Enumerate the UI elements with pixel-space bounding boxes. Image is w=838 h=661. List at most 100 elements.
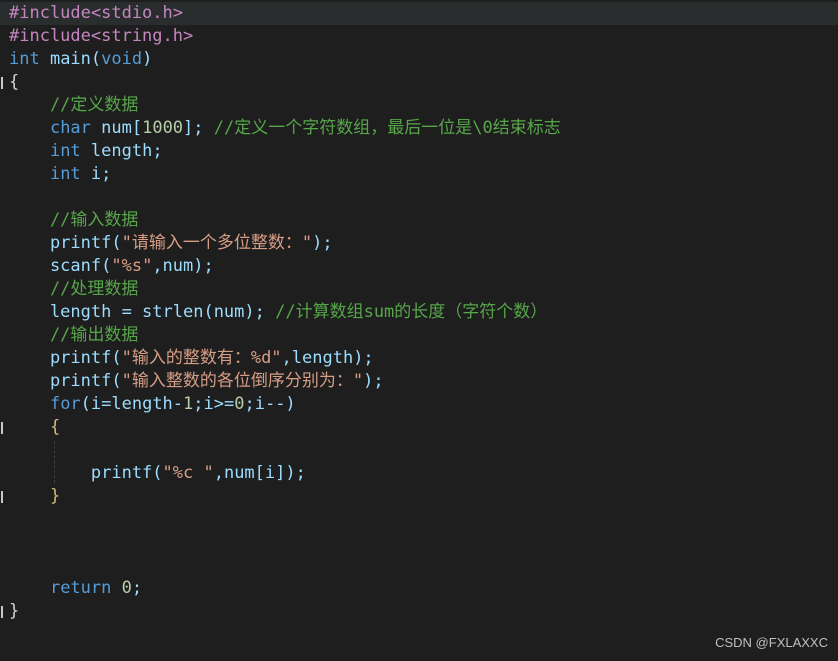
code-text: //输入数据 bbox=[9, 209, 138, 232]
code-line[interactable]: } bbox=[0, 485, 838, 508]
code-token: #include<string.h> bbox=[9, 26, 194, 46]
fold-marker bbox=[1, 491, 3, 503]
code-line[interactable]: { bbox=[0, 416, 838, 439]
code-line[interactable]: int main(void) bbox=[0, 48, 838, 71]
code-token: ;i--) bbox=[244, 394, 296, 414]
code-text: int i; bbox=[9, 163, 111, 186]
code-text: #include<string.h> bbox=[9, 25, 193, 48]
code-token: } bbox=[9, 601, 20, 621]
code-token: ]; bbox=[183, 118, 214, 138]
code-token: 0 bbox=[121, 578, 132, 598]
code-token: //处理数据 bbox=[9, 279, 139, 299]
code-line[interactable]: scanf("%s",num); bbox=[0, 255, 838, 278]
code-text: for(i=length-1;i>=0;i--) bbox=[9, 393, 296, 416]
code-text: //处理数据 bbox=[9, 278, 138, 301]
code-token: ) bbox=[142, 49, 153, 69]
code-token: ,num); bbox=[152, 256, 214, 276]
code-token: //输入数据 bbox=[9, 210, 139, 230]
code-line[interactable]: int i; bbox=[0, 163, 838, 186]
code-token: 1000 bbox=[142, 118, 184, 138]
code-line[interactable]: //输出数据 bbox=[0, 324, 838, 347]
csdn-watermark: CSDN @FXLAXXC bbox=[715, 635, 828, 650]
code-line[interactable] bbox=[0, 439, 838, 462]
code-text: return 0; bbox=[9, 577, 142, 600]
code-line[interactable]: } bbox=[0, 600, 838, 623]
code-token: { bbox=[9, 72, 20, 92]
code-line[interactable]: #include<stdio.h> bbox=[0, 2, 838, 25]
code-line[interactable]: printf("输入整数的各位倒序分别为："); bbox=[0, 370, 838, 393]
code-token: int bbox=[49, 141, 81, 161]
code-text: #include<stdio.h> bbox=[9, 2, 183, 25]
code-text: { bbox=[9, 416, 60, 439]
code-token: i; bbox=[80, 164, 112, 184]
code-token: printf( bbox=[9, 371, 122, 391]
code-line[interactable]: int length; bbox=[0, 140, 838, 163]
code-text: length = strlen(num); //计算数组sum的长度（字符个数） bbox=[9, 301, 547, 324]
code-line[interactable]: //定义数据 bbox=[0, 94, 838, 117]
code-text: printf("输入的整数有：%d",length); bbox=[9, 347, 374, 370]
code-token: "请输入一个多位整数：" bbox=[121, 233, 313, 253]
code-token: //计算数组sum的长度（字符个数） bbox=[275, 302, 548, 322]
code-token: for bbox=[49, 394, 81, 414]
code-token: main( bbox=[39, 49, 102, 69]
code-text: //定义数据 bbox=[9, 94, 138, 117]
code-line[interactable]: #include<string.h> bbox=[0, 25, 838, 48]
code-text: printf("请输入一个多位整数："); bbox=[9, 232, 333, 255]
code-text: char num[1000]; //定义一个字符数组，最后一位是\0结束标志 bbox=[9, 117, 561, 140]
code-line[interactable] bbox=[0, 531, 838, 554]
code-token: printf( bbox=[9, 348, 122, 368]
code-token: return bbox=[49, 578, 112, 598]
code-token: ); bbox=[312, 233, 333, 253]
code-line[interactable]: char num[1000]; //定义一个字符数组，最后一位是\0结束标志 bbox=[0, 117, 838, 140]
code-line[interactable]: printf("%c ",num[i]); bbox=[0, 462, 838, 485]
code-token: printf( bbox=[9, 233, 122, 253]
code-token: "%c " bbox=[162, 463, 214, 483]
code-editor[interactable]: #include<stdio.h> #include<string.h> int m… bbox=[0, 0, 838, 661]
code-line[interactable]: printf("输入的整数有：%d",length); bbox=[0, 347, 838, 370]
code-token: scanf( bbox=[9, 256, 112, 276]
code-text: printf("输入整数的各位倒序分别为："); bbox=[9, 370, 384, 393]
code-line[interactable]: for(i=length-1;i>=0;i--) bbox=[0, 393, 838, 416]
code-text: } bbox=[9, 600, 19, 623]
code-token: //输出数据 bbox=[9, 325, 139, 345]
code-token: { bbox=[9, 417, 61, 437]
fold-marker bbox=[1, 77, 3, 89]
code-line[interactable]: { bbox=[0, 71, 838, 94]
code-line[interactable]: length = strlen(num); //计算数组sum的长度（字符个数） bbox=[0, 301, 838, 324]
indent-guide bbox=[54, 441, 55, 483]
code-token: ,length); bbox=[281, 348, 374, 368]
code-line[interactable]: printf("请输入一个多位整数："); bbox=[0, 232, 838, 255]
code-line[interactable]: //处理数据 bbox=[0, 278, 838, 301]
code-token: } bbox=[9, 486, 61, 506]
code-text: //输出数据 bbox=[9, 324, 138, 347]
code-token: 0 bbox=[234, 394, 245, 414]
code-token: ,num[i]); bbox=[213, 463, 306, 483]
code-line[interactable]: //输入数据 bbox=[0, 209, 838, 232]
code-token: //定义一个字符数组，最后一位是\0结束标志 bbox=[213, 118, 561, 138]
code-token: ); bbox=[363, 371, 384, 391]
code-line[interactable]: return 0; bbox=[0, 577, 838, 600]
code-text: int length; bbox=[9, 140, 163, 163]
code-token: int bbox=[49, 164, 81, 184]
code-line[interactable] bbox=[0, 508, 838, 531]
code-token: length; bbox=[80, 141, 163, 161]
code-text: int main(void) bbox=[9, 48, 152, 71]
code-token: int bbox=[9, 49, 40, 69]
code-token: "输入整数的各位倒序分别为：" bbox=[121, 371, 364, 391]
code-token: //定义数据 bbox=[9, 95, 139, 115]
code-token: char bbox=[49, 118, 91, 138]
code-token: printf( bbox=[9, 463, 163, 483]
code-line[interactable] bbox=[0, 186, 838, 209]
code-line[interactable] bbox=[0, 554, 838, 577]
code-text: scanf("%s",num); bbox=[9, 255, 214, 278]
code-token: #include<stdio.h> bbox=[9, 3, 183, 23]
code-token: ; bbox=[131, 578, 143, 598]
fold-marker bbox=[1, 606, 3, 618]
code-token: ;i>= bbox=[193, 394, 235, 414]
code-token: "输入的整数有：%d" bbox=[121, 348, 282, 368]
code-token: (i=length- bbox=[80, 394, 184, 414]
